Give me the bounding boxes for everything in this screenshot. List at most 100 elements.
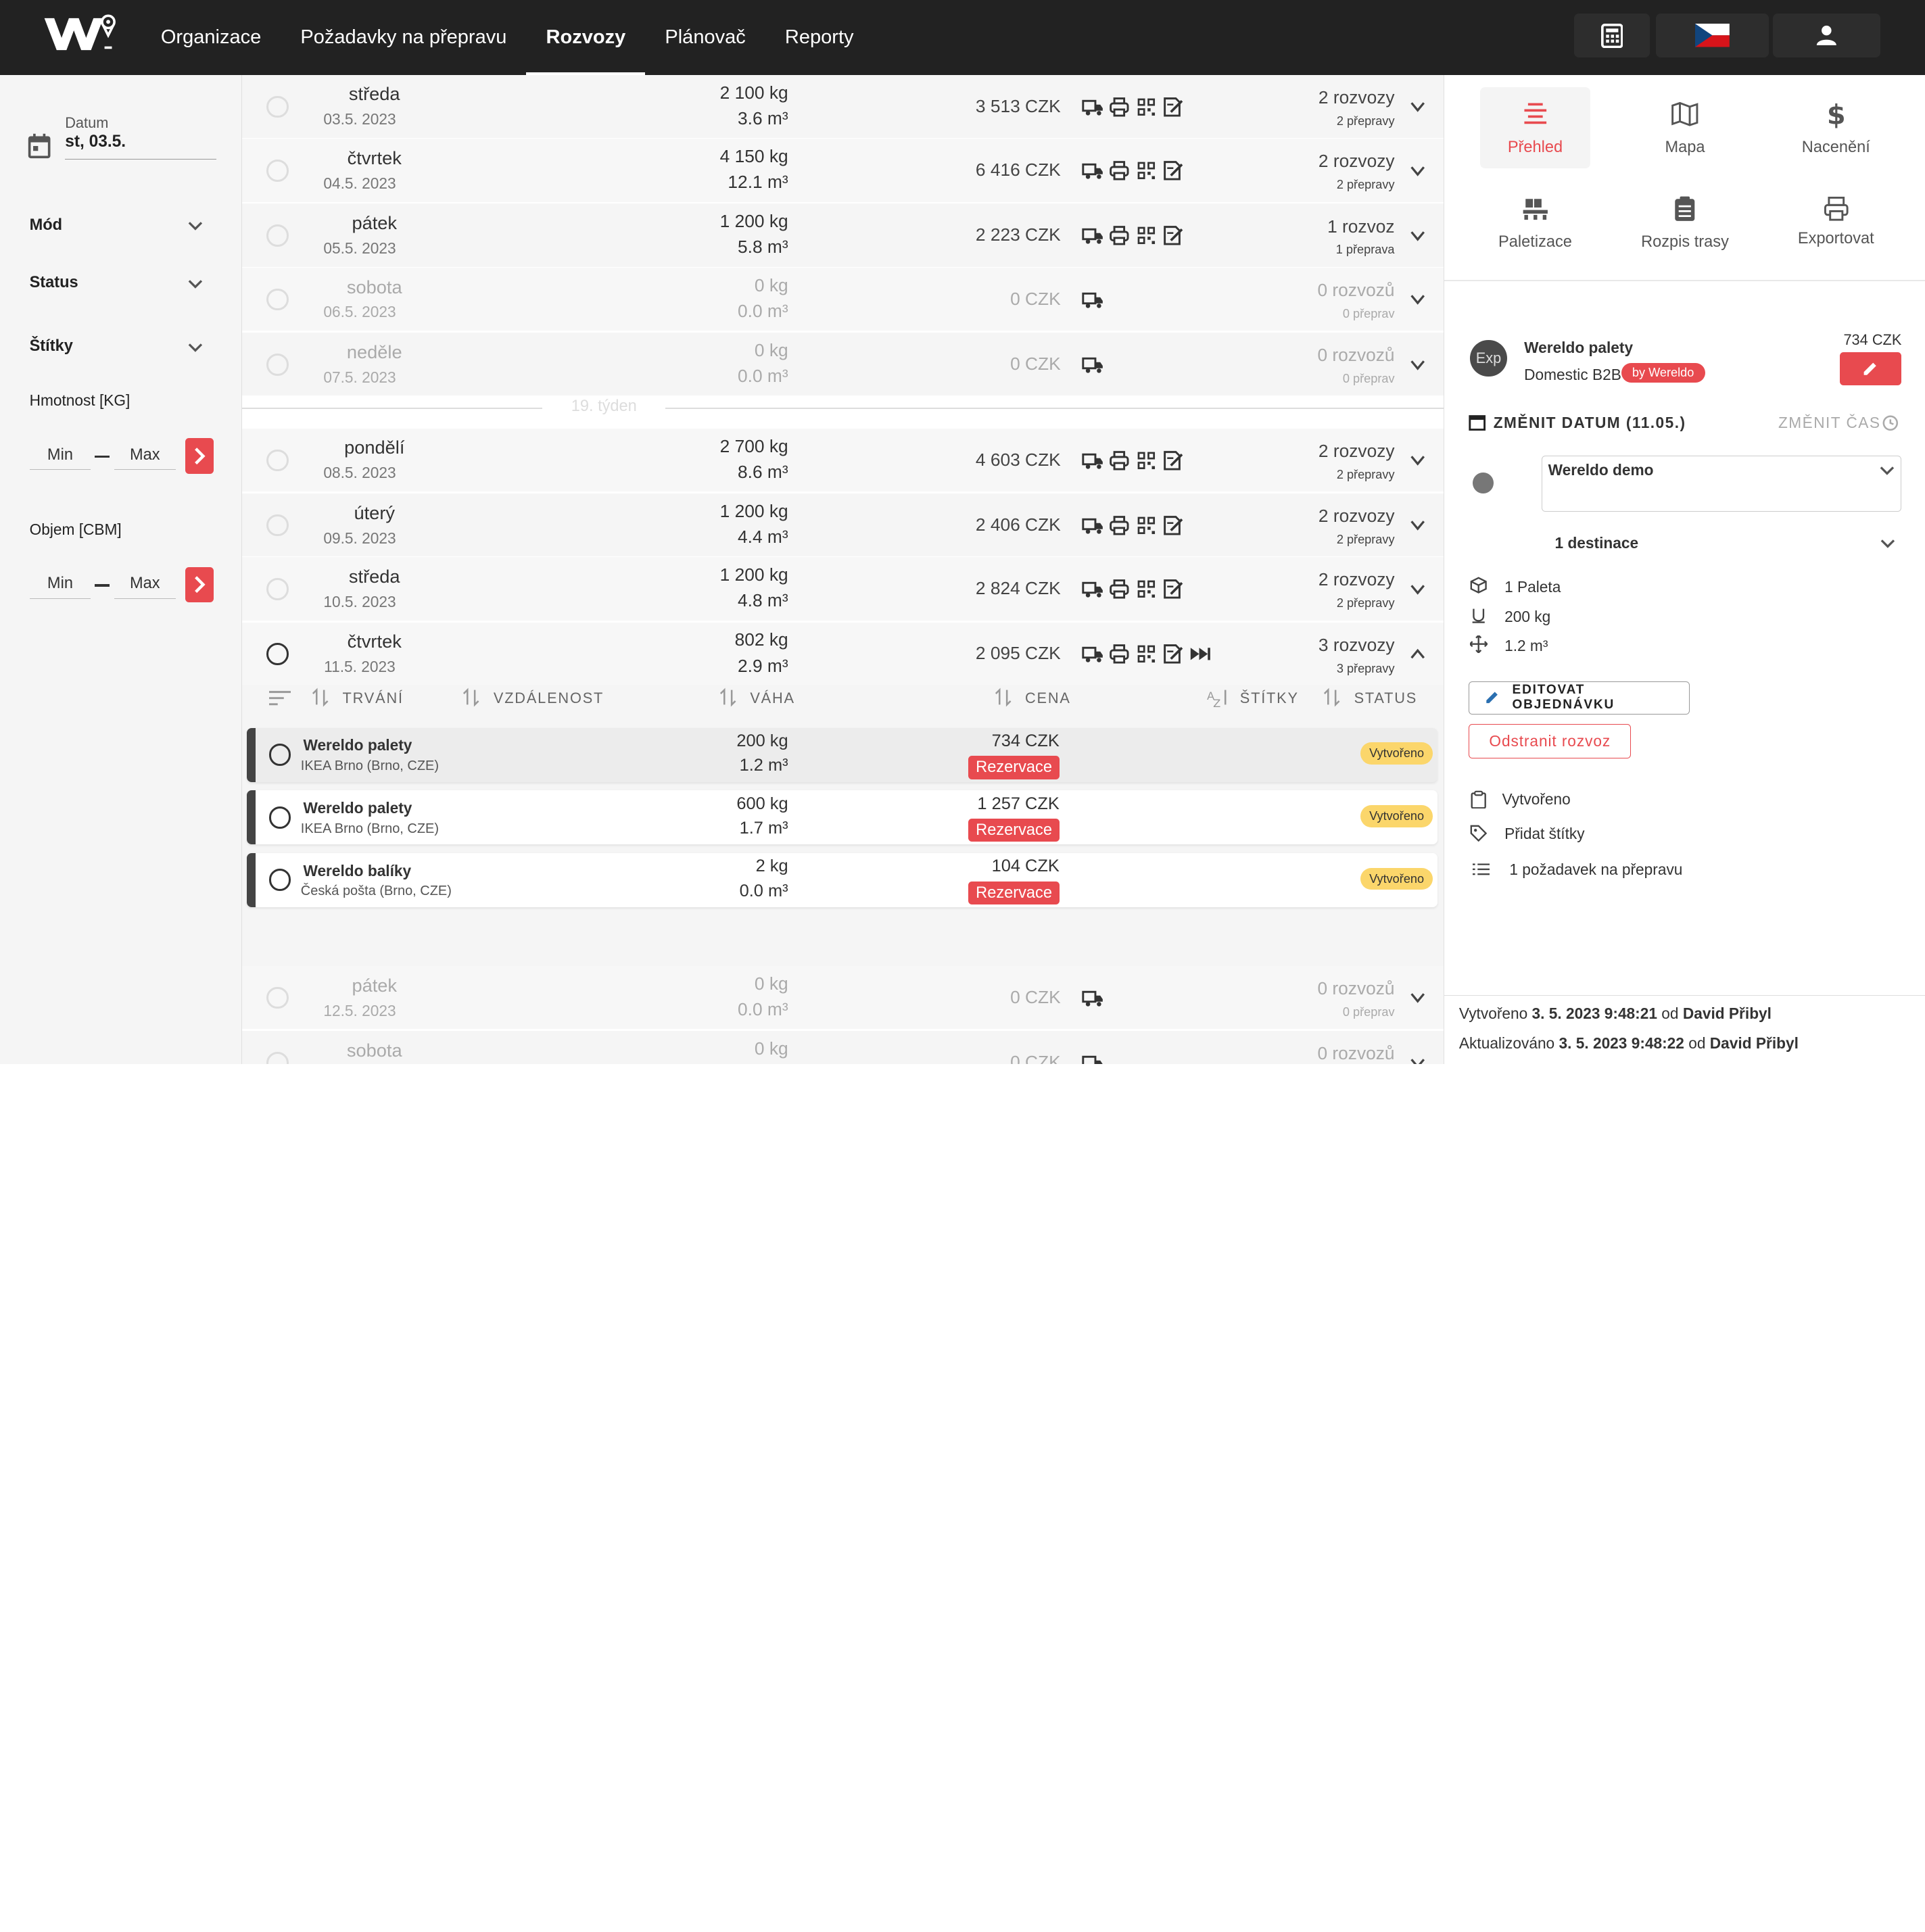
delivery-van-icon[interactable] <box>1081 450 1104 472</box>
day-row[interactable]: úterý 09.5. 2023 1 200 kg 4.4 m³ 2 406 CZK 2 … <box>241 493 1444 558</box>
sign-document-icon[interactable] <box>1162 450 1185 472</box>
volume-apply-button[interactable] <box>185 566 214 603</box>
change-time-button[interactable]: ZMĚNIT ČAS <box>1778 414 1881 432</box>
day-row[interactable]: pondělí 08.5. 2023 2 700 kg 8.6 m³ 4 603 CZK… <box>241 428 1444 493</box>
delivery-van-icon[interactable] <box>1081 1052 1104 1065</box>
day-select-radio[interactable] <box>266 224 289 247</box>
day-select-radio[interactable] <box>266 449 289 472</box>
calculator-button[interactable] <box>1573 13 1650 58</box>
weight-apply-button[interactable] <box>185 438 214 474</box>
reservation-tag[interactable]: Rezervace <box>968 881 1060 905</box>
chevron-down-icon[interactable] <box>188 218 203 233</box>
printer-icon[interactable] <box>1108 514 1131 537</box>
sort-icon[interactable] <box>719 687 736 707</box>
sort-icon[interactable] <box>462 687 479 707</box>
day-row[interactable]: pátek 05.5. 2023 1 200 kg 5.8 m³ 2 223 CZK 1 … <box>241 203 1444 268</box>
remove-delivery-button[interactable]: Odstranit rozvoz <box>1469 724 1632 759</box>
delivery-van-icon[interactable] <box>1081 160 1104 182</box>
tags-filter-label[interactable]: Štítky <box>30 337 73 356</box>
day-select-radio[interactable] <box>266 1051 289 1065</box>
day-row[interactable]: čtvrtek 04.5. 2023 4 150 kg 12.1 m³ 6 416 CZ… <box>241 139 1444 203</box>
driver-select[interactable]: Wereldo demo <box>1541 455 1901 512</box>
printer-icon[interactable] <box>1108 450 1131 472</box>
printer-icon[interactable] <box>1108 96 1131 118</box>
edit-price-button[interactable] <box>1839 352 1901 386</box>
qr-code-icon[interactable] <box>1135 643 1158 665</box>
chevron-down-icon[interactable] <box>188 340 203 355</box>
chevron-down-icon[interactable] <box>1409 516 1426 533</box>
tab-rozpis-trasy[interactable]: Rozpis trasy <box>1630 182 1740 263</box>
sort-menu-icon[interactable] <box>268 690 291 706</box>
sign-document-icon[interactable] <box>1162 578 1185 600</box>
order-row[interactable]: Wereldo palety IKEA Brno (Brno, CZE) 600 k… <box>246 790 1438 845</box>
printer-icon[interactable] <box>1108 160 1131 182</box>
sort-alpha-icon[interactable]: AZ <box>1207 687 1231 707</box>
printer-icon[interactable] <box>1108 643 1131 665</box>
qr-code-icon[interactable] <box>1135 224 1158 247</box>
nav-reporty[interactable]: Reporty <box>765 0 874 75</box>
nav-organizace[interactable]: Organizace <box>141 0 281 75</box>
order-select-radio[interactable] <box>268 869 291 892</box>
qr-code-icon[interactable] <box>1135 578 1158 600</box>
col-status[interactable]: STATUS <box>1354 690 1418 707</box>
tab-naceneni[interactable]: $ Nacenění <box>1781 87 1891 168</box>
day-select-radio[interactable] <box>266 353 289 376</box>
day-row[interactable]: neděle 07.5. 2023 0 kg 0.0 m³ 0 CZK 0 rozvozů… <box>241 333 1444 397</box>
delivery-van-icon[interactable] <box>1081 514 1104 537</box>
nav-pozadavky[interactable]: Požadavky na přepravu <box>281 0 526 75</box>
chevron-down-icon[interactable] <box>1409 989 1426 1006</box>
volume-max-input[interactable]: Max <box>114 569 176 599</box>
qr-code-icon[interactable] <box>1135 450 1158 472</box>
nav-rozvozy[interactable]: Rozvozy <box>526 0 646 75</box>
chevron-up-icon[interactable] <box>1409 646 1426 662</box>
nav-planovac[interactable]: Plánovač <box>645 0 765 75</box>
volume-min-input[interactable]: Min <box>29 569 91 599</box>
day-select-radio[interactable] <box>266 578 289 600</box>
sign-document-icon[interactable] <box>1162 160 1185 182</box>
delivery-van-icon[interactable] <box>1081 987 1104 1009</box>
chevron-down-icon[interactable] <box>1409 1055 1426 1065</box>
day-select-radio[interactable] <box>266 643 289 666</box>
day-row[interactable]: sobota 06.5. 2023 0 kg 0.0 m³ 0 CZK 0 rozvozů… <box>241 267 1444 332</box>
tab-paletizace[interactable]: Paletizace <box>1480 182 1590 263</box>
delivery-van-icon[interactable] <box>1081 578 1104 600</box>
day-select-radio[interactable] <box>266 288 289 311</box>
requests-link[interactable]: 1 požadavek na přepravu <box>1509 861 1682 879</box>
chevron-down-icon[interactable] <box>188 276 203 291</box>
qr-code-icon[interactable] <box>1135 514 1158 537</box>
chevron-down-icon[interactable] <box>1409 581 1426 598</box>
day-row[interactable]: čtvrtek 11.5. 2023 802 kg 2.9 m³ 2 095 CZK 3 … <box>241 622 1444 686</box>
day-row[interactable]: středa 10.5. 2023 1 200 kg 4.8 m³ 2 824 CZK 2… <box>241 557 1444 621</box>
reservation-tag[interactable]: Rezervace <box>968 818 1060 842</box>
day-row[interactable]: středa 03.5. 2023 2 100 kg 3.6 m³ 3 513 CZK 2… <box>241 74 1444 139</box>
date-input[interactable]: st, 03.5. <box>65 132 216 160</box>
destinations-toggle[interactable]: 1 destinace <box>1555 534 1639 552</box>
chevron-down-icon[interactable] <box>1409 291 1426 308</box>
chevron-down-icon[interactable] <box>1409 452 1426 468</box>
col-tags[interactable]: ŠTÍTKY <box>1240 690 1299 707</box>
sign-document-icon[interactable] <box>1162 514 1185 537</box>
mode-filter-label[interactable]: Mód <box>30 216 62 235</box>
chevron-down-icon[interactable] <box>1409 162 1426 179</box>
chevron-down-icon[interactable] <box>1409 98 1426 115</box>
delivery-van-icon[interactable] <box>1081 354 1104 376</box>
reservation-tag[interactable]: Rezervace <box>968 756 1060 779</box>
user-button[interactable] <box>1772 13 1881 58</box>
sort-icon[interactable] <box>1323 687 1340 707</box>
tab-prehled[interactable]: Přehled <box>1479 87 1591 168</box>
order-row[interactable]: Wereldo palety IKEA Brno (Brno, CZE) 200 k… <box>246 727 1438 782</box>
delivery-van-icon[interactable] <box>1081 643 1104 665</box>
day-select-radio[interactable] <box>266 986 289 1009</box>
fast-forward-icon[interactable] <box>1189 643 1212 665</box>
sign-document-icon[interactable] <box>1162 224 1185 247</box>
tab-mapa[interactable]: Mapa <box>1630 87 1740 168</box>
edit-order-button[interactable]: EDITOVAT OBJEDNÁVKU <box>1469 681 1690 715</box>
wereldo-logo[interactable] <box>42 11 120 57</box>
add-tags-button[interactable]: Přidat štítky <box>1504 825 1585 843</box>
qr-code-icon[interactable] <box>1135 96 1158 118</box>
order-select-radio[interactable] <box>268 806 291 829</box>
order-select-radio[interactable] <box>268 744 291 766</box>
weight-max-input[interactable]: Max <box>114 441 176 470</box>
delivery-van-icon[interactable] <box>1081 289 1104 311</box>
sign-document-icon[interactable] <box>1162 643 1185 665</box>
